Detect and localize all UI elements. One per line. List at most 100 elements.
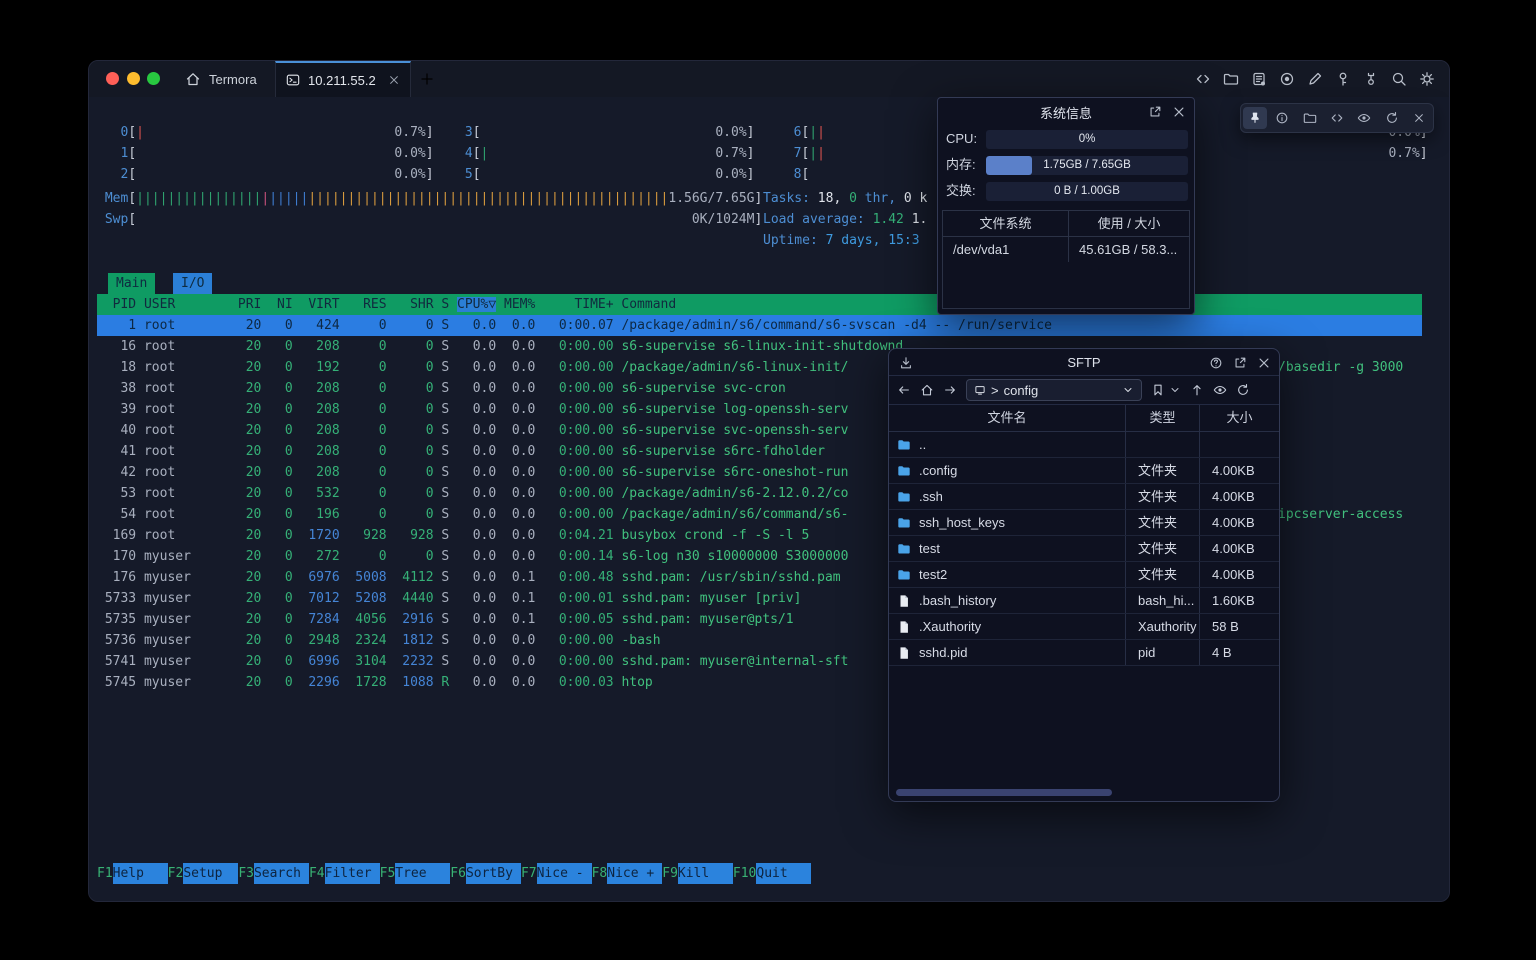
horizontal-scrollbar[interactable] [893, 788, 1275, 797]
file-row-.Xauthority[interactable]: .XauthorityXauthority58 B [889, 614, 1279, 640]
window-toolbar [1195, 61, 1435, 97]
cpu-meter-line-2: 1[ 0.0%] 4[| 0.7%] 7[|| 0.7%] [97, 143, 1428, 164]
file-row-test2[interactable]: test2文件夹4.00KB [889, 562, 1279, 588]
file-row-test[interactable]: test文件夹4.00KB [889, 536, 1279, 562]
file-row-.bash_history[interactable]: .bash_historybash_hi...1.60KB [889, 588, 1279, 614]
session-tab[interactable]: 10.211.55.2 [275, 61, 411, 97]
fkey-F2[interactable]: F2 [168, 866, 184, 881]
edit-icon[interactable] [1307, 71, 1323, 87]
fkey-F7[interactable]: F7 [521, 866, 537, 881]
folder-icon[interactable] [1223, 71, 1239, 87]
close-sidebar-button[interactable] [1407, 107, 1431, 129]
side-panel-toolbar [1240, 103, 1434, 133]
file-row-..[interactable]: .. [889, 432, 1279, 458]
home-icon[interactable] [920, 383, 934, 397]
log-icon[interactable] [1251, 71, 1267, 87]
fkey-label-F4[interactable]: Filter [325, 863, 380, 884]
settings-icon[interactable] [1419, 71, 1435, 87]
pin-button[interactable] [1243, 107, 1267, 129]
detach-panel-icon[interactable] [1233, 356, 1247, 370]
fkey-F3[interactable]: F3 [238, 866, 254, 881]
key-icon[interactable] [1335, 71, 1351, 87]
file-row-sshd.pid[interactable]: sshd.pidpid4 B [889, 640, 1279, 666]
file-name: ssh_host_keys [919, 510, 1005, 535]
folder-icon [897, 516, 911, 530]
search-icon[interactable] [1391, 71, 1407, 87]
fkey-F6[interactable]: F6 [450, 866, 466, 881]
file-name: sshd.pid [919, 640, 967, 665]
close-panel-icon[interactable] [1257, 356, 1271, 370]
path-breadcrumb[interactable]: > config [966, 379, 1142, 401]
fkey-label-F9[interactable]: Kill [678, 863, 733, 884]
fkey-label-F7[interactable]: Nice - [537, 863, 592, 884]
file-icon [897, 594, 911, 608]
fkey-F8[interactable]: F8 [592, 866, 608, 881]
sync-button[interactable] [1380, 107, 1404, 129]
refresh-icon[interactable] [1236, 383, 1250, 397]
fkey-label-F2[interactable]: Setup [183, 863, 238, 884]
file-row-.ssh[interactable]: .ssh文件夹4.00KB [889, 484, 1279, 510]
files-button[interactable] [1298, 107, 1322, 129]
fs-column-usage: 使用 / 大小 [1068, 211, 1189, 236]
column-size[interactable]: 大小 [1199, 405, 1279, 431]
sort-column-cpu: CPU%▽ [457, 297, 496, 312]
traffic-light-minimize[interactable] [127, 72, 140, 85]
fkey-F1[interactable]: F1 [97, 866, 113, 881]
fkey-F5[interactable]: F5 [380, 866, 396, 881]
fkey-label-F1[interactable]: Help [113, 863, 168, 884]
scrollbar-thumb[interactable] [896, 789, 1112, 796]
bookmark-icon[interactable] [1151, 383, 1165, 397]
fkey-label-F8[interactable]: Nice + [607, 863, 662, 884]
sftp-title: SFTP [1067, 355, 1100, 370]
metric-progress-bar: 0% [986, 130, 1188, 149]
filesystem-row[interactable]: /dev/vda145.61GB / 58.3... [943, 237, 1189, 262]
bookmark-menu-icon[interactable] [1169, 384, 1181, 396]
close-tab-icon[interactable] [388, 74, 400, 86]
parent-directory-icon[interactable] [1190, 383, 1204, 397]
folder-icon [897, 568, 911, 582]
forward-icon[interactable] [943, 383, 957, 397]
download-icon[interactable] [899, 356, 913, 370]
snippets-button[interactable] [1325, 107, 1349, 129]
metric-row-1: 内存:1.75GB / 7.65GB [938, 152, 1194, 178]
code-icon[interactable] [1195, 71, 1211, 87]
htop-tab-main[interactable]: Main [108, 273, 155, 294]
fkey-label-F3[interactable]: Search [254, 863, 309, 884]
htop-tab-i-o[interactable]: I/O [173, 273, 212, 294]
chevron-down-icon[interactable] [1122, 384, 1134, 396]
fkey-F10[interactable]: F10 [733, 866, 756, 881]
process-row-1[interactable]: 1 root 20 0 424 0 0 S 0.0 0.0 0:00.07 /p… [97, 315, 1422, 336]
traffic-light-zoom[interactable] [147, 72, 160, 85]
fkey-label-F6[interactable]: SortBy [466, 863, 521, 884]
process-table-header[interactable]: PID USER PRI NI VIRT RES SHR S CPU%▽ MEM… [97, 294, 1422, 315]
keychain-icon[interactable] [1363, 71, 1379, 87]
metric-value: 0 B / 1.00GB [986, 182, 1188, 201]
help-icon[interactable] [1209, 356, 1223, 370]
info-button[interactable] [1270, 107, 1294, 129]
record-icon[interactable] [1279, 71, 1295, 87]
tasks-summary: Tasks: 18, 0 thr, 0 k [763, 188, 927, 209]
file-name: .config [919, 458, 957, 483]
system-info-panel: 系统信息 CPU:0%内存:1.75GB / 7.65GB交换:0 B / 1.… [937, 97, 1195, 315]
column-type[interactable]: 类型 [1125, 405, 1199, 431]
show-hidden-icon[interactable] [1213, 383, 1227, 397]
monitor-button[interactable] [1352, 107, 1376, 129]
filesystem-table: 文件系统 使用 / 大小 /dev/vda145.61GB / 58.3... [942, 210, 1190, 309]
home-tab[interactable]: Termora [185, 61, 257, 97]
column-filename[interactable]: 文件名 [889, 405, 1125, 431]
back-icon[interactable] [897, 383, 911, 397]
fkey-label-F5[interactable]: Tree [395, 863, 450, 884]
fkey-F4[interactable]: F4 [309, 866, 325, 881]
close-panel-icon[interactable] [1172, 105, 1186, 119]
sftp-titlebar: SFTP [889, 349, 1279, 376]
new-tab-button[interactable] [419, 71, 435, 87]
fkey-F9[interactable]: F9 [662, 866, 678, 881]
file-size: 4 B [1199, 640, 1279, 665]
file-row-ssh_host_keys[interactable]: ssh_host_keys文件夹4.00KB [889, 510, 1279, 536]
detach-panel-icon[interactable] [1148, 105, 1162, 119]
metric-progress-bar: 0 B / 1.00GB [986, 182, 1188, 201]
fkey-label-F10[interactable]: Quit [756, 863, 811, 884]
file-type: bash_hi... [1125, 588, 1199, 613]
file-row-.config[interactable]: .config文件夹4.00KB [889, 458, 1279, 484]
traffic-light-close[interactable] [106, 72, 119, 85]
